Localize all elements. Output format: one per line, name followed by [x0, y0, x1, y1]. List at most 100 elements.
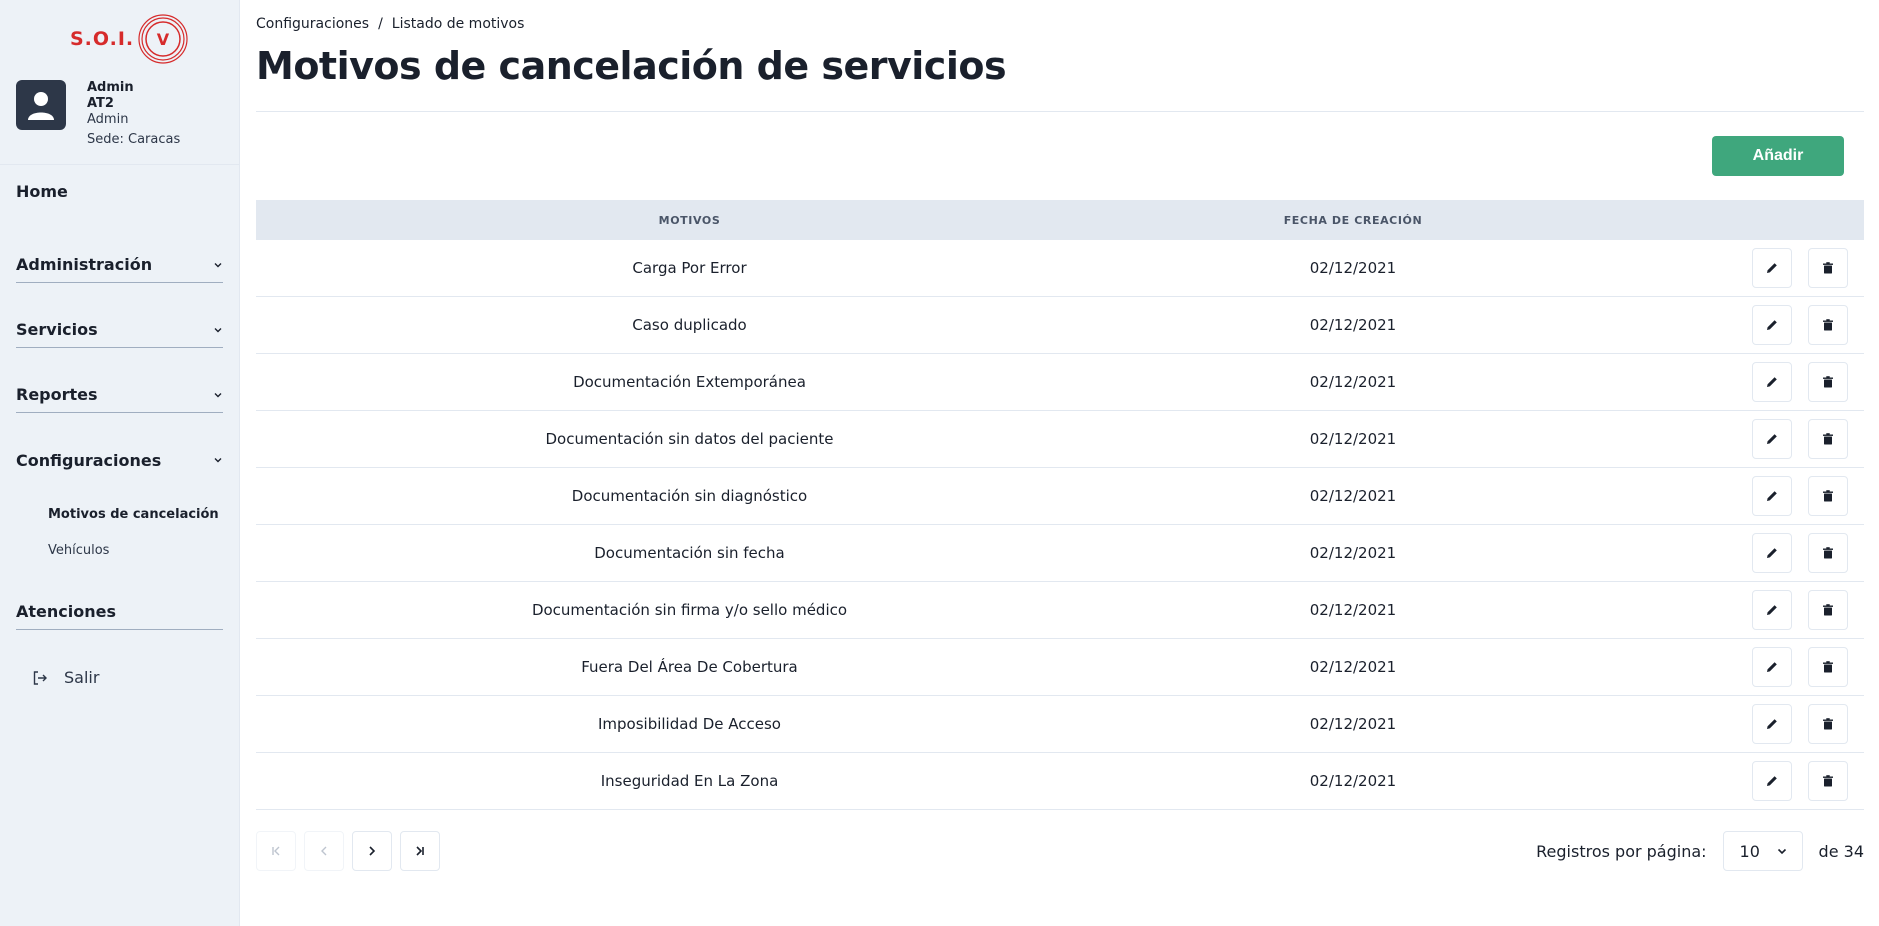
trash-icon	[1823, 661, 1833, 673]
edit-button[interactable]	[1752, 476, 1792, 516]
delete-button[interactable]	[1808, 647, 1848, 687]
cell-fecha: 02/12/2021	[1309, 373, 1397, 391]
sidebar-group-label: Administración	[16, 255, 153, 274]
add-button[interactable]: Añadir	[1712, 136, 1844, 176]
delete-button[interactable]	[1808, 590, 1848, 630]
cell-motivo: Documentación sin diagnóstico	[571, 487, 808, 505]
column-header-motivos: MOTIVOS	[658, 213, 721, 227]
chevron-left-icon	[321, 846, 327, 856]
breadcrumb-parent[interactable]: Configuraciones	[256, 16, 369, 32]
logo-text: S.O.I.	[70, 28, 135, 50]
page-title: Motivos de cancelación de servicios	[256, 44, 1007, 88]
trash-icon	[1823, 547, 1833, 559]
per-page-select[interactable]: 10	[1722, 831, 1803, 871]
delete-button[interactable]	[1808, 476, 1848, 516]
edit-button[interactable]	[1752, 647, 1792, 687]
trash-icon	[1823, 604, 1833, 616]
logo-seal-letter: V	[157, 30, 170, 49]
sidebar-item-home[interactable]: Home	[16, 182, 68, 201]
pencil-icon	[1767, 605, 1777, 615]
avatar	[16, 80, 66, 130]
cell-motivo: Inseguridad En La Zona	[600, 772, 779, 790]
table-row: Documentación Extemporánea 02/12/2021	[256, 354, 1864, 411]
sidebar-item-atenciones[interactable]: Atenciones	[16, 594, 223, 630]
sidebar: S.O.I. V Admin AT2 Admin Sede: Caracas H…	[0, 0, 240, 926]
edit-button[interactable]	[1752, 761, 1792, 801]
row-actions	[1583, 305, 1864, 345]
delete-button[interactable]	[1808, 419, 1848, 459]
trash-icon	[1823, 490, 1833, 502]
user-sede: Sede: Caracas	[87, 132, 181, 147]
edit-button[interactable]	[1752, 704, 1792, 744]
pencil-icon	[1767, 719, 1777, 729]
table-row: Inseguridad En La Zona 02/12/2021	[256, 753, 1864, 810]
logo-seal-icon: V	[138, 14, 188, 64]
chevron-down-icon	[214, 327, 222, 332]
pencil-icon	[1767, 491, 1777, 501]
cell-fecha: 02/12/2021	[1309, 430, 1397, 448]
user-icon	[28, 92, 54, 120]
logout-button[interactable]: Salir	[32, 668, 99, 687]
table-row: Fuera Del Área De Cobertura 02/12/2021	[256, 639, 1864, 696]
row-actions	[1583, 590, 1864, 630]
table-row: Imposibilidad De Acceso 02/12/2021	[256, 696, 1864, 753]
edit-button[interactable]	[1752, 419, 1792, 459]
sidebar-group-configuraciones[interactable]: Configuraciones	[16, 442, 223, 478]
last-page-button[interactable]	[400, 831, 440, 871]
chevron-down-icon	[214, 458, 222, 463]
pencil-icon	[1767, 377, 1777, 387]
cell-motivo: Documentación sin firma y/o sello médico	[531, 601, 848, 619]
cell-motivo: Carga Por Error	[632, 259, 747, 277]
table-body: Carga Por Error 02/12/2021 Caso duplicado 0…	[256, 240, 1864, 810]
sidebar-item-motivos-cancelacion[interactable]: Motivos de cancelación	[48, 507, 219, 522]
table-row: Documentación sin datos del paciente 02/1…	[256, 411, 1864, 468]
delete-button[interactable]	[1808, 362, 1848, 402]
sidebar-group-label: Reportes	[16, 385, 98, 404]
delete-button[interactable]	[1808, 305, 1848, 345]
last-page-icon	[416, 846, 424, 856]
pencil-icon	[1767, 320, 1777, 330]
edit-button[interactable]	[1752, 533, 1792, 573]
delete-button[interactable]	[1808, 248, 1848, 288]
motivos-table: MOTIVOS FECHA DE CREACIÓN Carga Por Erro…	[256, 200, 1864, 810]
sidebar-group-servicios[interactable]: Servicios	[16, 312, 223, 348]
cell-motivo: Documentación sin datos del paciente	[545, 430, 834, 448]
row-actions	[1583, 419, 1864, 459]
previous-page-button[interactable]	[304, 831, 344, 871]
delete-button[interactable]	[1808, 533, 1848, 573]
cell-fecha: 02/12/2021	[1309, 487, 1397, 505]
trash-icon	[1823, 775, 1833, 787]
row-actions	[1583, 704, 1864, 744]
edit-button[interactable]	[1752, 590, 1792, 630]
cell-fecha: 02/12/2021	[1309, 658, 1397, 676]
cell-fecha: 02/12/2021	[1309, 715, 1397, 733]
cell-fecha: 02/12/2021	[1309, 544, 1397, 562]
user-role: Admin	[87, 112, 129, 127]
row-actions	[1583, 248, 1864, 288]
delete-button[interactable]	[1808, 704, 1848, 744]
next-page-button[interactable]	[352, 831, 392, 871]
user-name: Admin	[87, 80, 134, 95]
pagination-controls	[256, 831, 440, 871]
sidebar-item-vehiculos[interactable]: Vehículos	[48, 543, 109, 558]
chevron-down-icon	[1777, 848, 1786, 855]
edit-button[interactable]	[1752, 305, 1792, 345]
per-page-value: 10	[1739, 841, 1760, 861]
trash-icon	[1823, 718, 1833, 730]
total-records: de 34	[1818, 841, 1864, 861]
table-row: Documentación sin fecha 02/12/2021	[256, 525, 1864, 582]
edit-button[interactable]	[1752, 362, 1792, 402]
delete-button[interactable]	[1808, 761, 1848, 801]
sidebar-group-reportes[interactable]: Reportes	[16, 377, 223, 413]
cell-fecha: 02/12/2021	[1309, 772, 1397, 790]
trash-icon	[1823, 319, 1833, 331]
logo: S.O.I. V	[70, 14, 188, 64]
sidebar-group-label: Atenciones	[16, 602, 116, 621]
cell-fecha: 02/12/2021	[1309, 316, 1397, 334]
first-page-button[interactable]	[256, 831, 296, 871]
pencil-icon	[1767, 434, 1777, 444]
sidebar-divider	[0, 164, 240, 165]
row-actions	[1583, 647, 1864, 687]
edit-button[interactable]	[1752, 248, 1792, 288]
sidebar-group-administracion[interactable]: Administración	[16, 247, 223, 283]
